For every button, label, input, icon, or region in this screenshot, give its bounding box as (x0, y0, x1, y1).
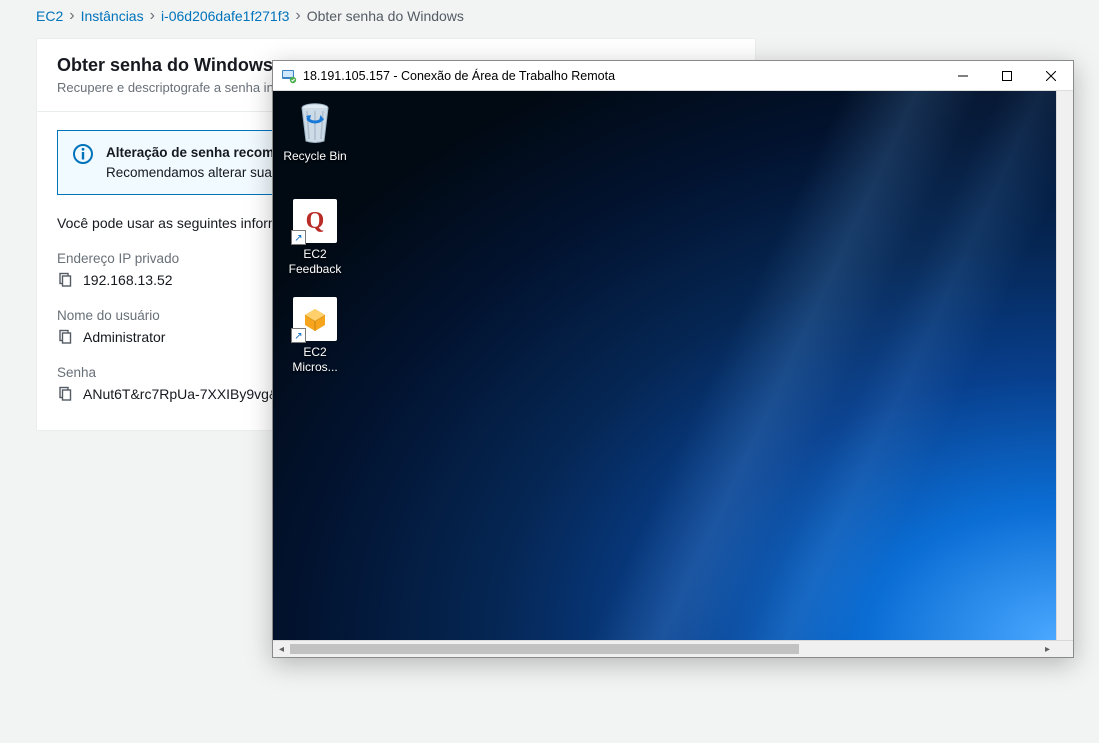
close-icon (1046, 71, 1056, 81)
rdp-titlebar[interactable]: 18.191.105.157 - Conexão de Área de Trab… (273, 61, 1073, 91)
breadcrumb-instance-id[interactable]: i-06d206dafe1f271f3 (161, 8, 289, 24)
breadcrumb-instances[interactable]: Instâncias (81, 8, 144, 24)
rdp-window: 18.191.105.157 - Conexão de Área de Trab… (272, 60, 1074, 658)
remote-desktop[interactable]: Recycle Bin Q EC2Feedback (273, 91, 1056, 640)
scroll-right-arrow-icon[interactable]: ▸ (1039, 641, 1056, 658)
rdp-window-title: 18.191.105.157 - Conexão de Área de Trab… (303, 69, 941, 83)
recycle-bin-icon (293, 101, 337, 145)
breadcrumb-ec2[interactable]: EC2 (36, 8, 63, 24)
info-icon (72, 143, 94, 165)
minimize-icon (958, 71, 968, 81)
copy-icon[interactable] (57, 386, 73, 402)
alert-heading: Alteração de senha recome (106, 145, 282, 160)
desktop-icon-recycle-bin[interactable]: Recycle Bin (277, 101, 353, 164)
vertical-scrollbar[interactable] (1056, 91, 1073, 640)
ec2-microsoft-icon (293, 297, 337, 341)
scrollbar-thumb[interactable] (290, 644, 799, 654)
horizontal-scrollbar[interactable]: ◂ ▸ (273, 640, 1073, 657)
chevron-right-icon: › (69, 8, 74, 24)
copy-icon[interactable] (57, 272, 73, 288)
rdp-app-icon (281, 68, 297, 84)
desktop-icon-ec2-feedback[interactable]: Q EC2Feedback (277, 199, 353, 277)
user-value: Administrator (83, 329, 165, 345)
password-value: ANut6T&rc7RpUa-7XXIBy9vg&fl (83, 386, 285, 402)
maximize-icon (1002, 71, 1012, 81)
desktop-icon-label: Recycle Bin (277, 149, 353, 164)
ip-value: 192.168.13.52 (83, 272, 173, 288)
scroll-left-arrow-icon[interactable]: ◂ (273, 641, 290, 658)
panel-title: Obter senha do Windows (57, 55, 273, 76)
rdp-client-area: Recycle Bin Q EC2Feedback (273, 91, 1073, 640)
ec2-feedback-icon: Q (293, 199, 337, 243)
chevron-right-icon: › (295, 8, 300, 24)
copy-icon[interactable] (57, 329, 73, 345)
close-button[interactable] (1029, 61, 1073, 91)
chevron-right-icon: › (150, 8, 155, 24)
desktop-icon-ec2-microsoft[interactable]: EC2Micros... (277, 297, 353, 375)
desktop-icon-label: EC2Micros... (277, 345, 353, 375)
breadcrumb: EC2 › Instâncias › i-06d206dafe1f271f3 ›… (0, 0, 1099, 38)
maximize-button[interactable] (985, 61, 1029, 91)
desktop-icon-label: EC2Feedback (277, 247, 353, 277)
breadcrumb-current: Obter senha do Windows (307, 8, 464, 24)
scrollbar-track[interactable] (290, 644, 1039, 654)
minimize-button[interactable] (941, 61, 985, 91)
